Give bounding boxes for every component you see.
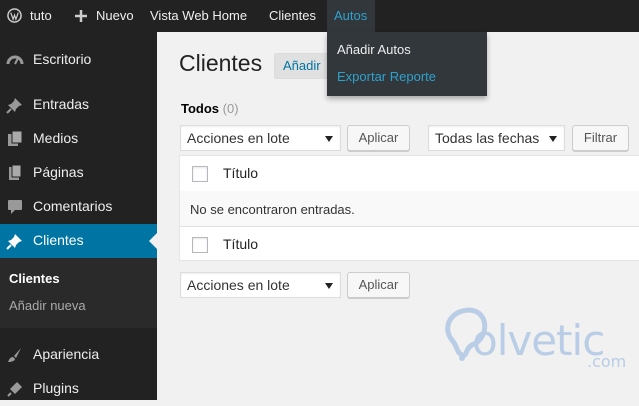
date-filter-value: Todas las fechas bbox=[435, 130, 540, 146]
plugin-icon bbox=[6, 380, 24, 398]
solvetic-watermark: olvetic .com bbox=[440, 300, 630, 380]
sidebar-item-comentarios[interactable]: Comentarios bbox=[0, 190, 157, 224]
column-title-footer[interactable]: Título bbox=[223, 236, 258, 252]
sidebar-item-label: Apariencia bbox=[33, 346, 100, 362]
adminbar-clientes[interactable]: Clientes bbox=[269, 0, 316, 32]
sidebar-item-medios[interactable]: Medios bbox=[0, 122, 157, 156]
new-content-link[interactable]: Nuevo bbox=[96, 0, 134, 32]
bulk-actions-value: Acciones en lote bbox=[187, 277, 290, 293]
bulk-actions-select-top[interactable]: Acciones en lote bbox=[180, 125, 341, 151]
chevron-down-icon bbox=[325, 136, 333, 142]
site-name-link[interactable]: tuto bbox=[30, 0, 52, 32]
date-filter-select[interactable]: Todas las fechas bbox=[428, 125, 565, 151]
sidebar-item-label: Medios bbox=[33, 130, 79, 146]
sidebar-item-label: Plugins bbox=[33, 380, 79, 396]
chevron-down-icon bbox=[325, 283, 333, 289]
sidebar-item-apariencia[interactable]: Apariencia bbox=[0, 338, 157, 372]
sidebar-item-entradas[interactable]: Entradas bbox=[0, 88, 157, 122]
apply-button-bottom[interactable]: Aplicar bbox=[347, 272, 410, 298]
autos-dropdown-menu: Añadir Autos Exportar Reporte bbox=[327, 32, 487, 96]
adminbar-view-home[interactable]: Vista Web Home bbox=[150, 0, 247, 32]
posts-list-table: Título No se encontraron entradas. Títul… bbox=[179, 155, 639, 261]
sidebar-item-label: Escritorio bbox=[33, 51, 92, 67]
wordpress-logo-icon[interactable] bbox=[7, 8, 22, 26]
watermark-suffix: .com bbox=[587, 352, 627, 371]
no-items-message: No se encontraron entradas. bbox=[190, 202, 355, 217]
sidebar-item-escritorio[interactable]: Escritorio bbox=[0, 43, 157, 77]
bulk-actions-value: Acciones en lote bbox=[187, 130, 290, 146]
brush-icon bbox=[6, 346, 24, 364]
current-menu-arrow bbox=[149, 233, 157, 249]
table-footer-row: Título bbox=[180, 227, 639, 261]
plus-icon[interactable] bbox=[74, 9, 88, 26]
page-title: Clientes bbox=[179, 50, 263, 76]
pages-icon bbox=[6, 164, 24, 182]
status-filter: Todos (0) bbox=[181, 101, 239, 116]
table-header-row: Título bbox=[180, 156, 639, 192]
adminbar-autos-label: Autos bbox=[334, 8, 368, 23]
admin-bar: tuto Nuevo Vista Web Home Clientes Autos bbox=[0, 0, 639, 32]
media-icon bbox=[6, 130, 24, 148]
dropdown-item-add-autos[interactable]: Añadir Autos bbox=[337, 42, 411, 57]
sidebar-item-plugins[interactable]: Plugins bbox=[0, 372, 157, 406]
apply-button-top[interactable]: Aplicar bbox=[347, 125, 410, 151]
chevron-down-icon bbox=[549, 136, 557, 142]
select-all-checkbox-footer[interactable] bbox=[192, 237, 208, 253]
add-new-button[interactable]: Añadir bbox=[274, 53, 330, 79]
submenu-item-add-new[interactable]: Añadir nueva bbox=[9, 298, 86, 313]
filter-button[interactable]: Filtrar bbox=[572, 125, 629, 151]
bulk-actions-select-bottom[interactable]: Acciones en lote bbox=[180, 272, 341, 298]
comment-icon bbox=[6, 198, 24, 216]
sidebar-item-paginas[interactable]: Páginas bbox=[0, 156, 157, 190]
pin-icon bbox=[6, 232, 24, 250]
sidebar-item-label: Comentarios bbox=[33, 198, 113, 214]
dropdown-item-export-report[interactable]: Exportar Reporte bbox=[337, 69, 436, 84]
table-row: No se encontraron entradas. bbox=[180, 191, 639, 227]
adminbar-autos[interactable]: Autos bbox=[327, 0, 375, 32]
admin-sidebar: Escritorio Entradas Medios Páginas Comen… bbox=[0, 32, 157, 400]
watermark-brand: olvetic bbox=[472, 316, 605, 365]
dashboard-icon bbox=[6, 51, 24, 69]
sidebar-item-label: Clientes bbox=[33, 232, 84, 248]
sidebar-item-label: Páginas bbox=[33, 164, 84, 180]
submenu-item-clientes[interactable]: Clientes bbox=[9, 271, 60, 286]
select-all-checkbox[interactable] bbox=[192, 166, 208, 182]
clientes-submenu: Clientes Añadir nueva bbox=[0, 258, 157, 328]
pin-icon bbox=[6, 96, 24, 114]
sidebar-item-clientes[interactable]: Clientes bbox=[0, 224, 157, 258]
sidebar-item-label: Entradas bbox=[33, 96, 90, 112]
filter-all-link[interactable]: Todos bbox=[181, 101, 219, 116]
filter-all-count: (0) bbox=[222, 101, 239, 116]
column-title-header[interactable]: Título bbox=[223, 165, 258, 181]
